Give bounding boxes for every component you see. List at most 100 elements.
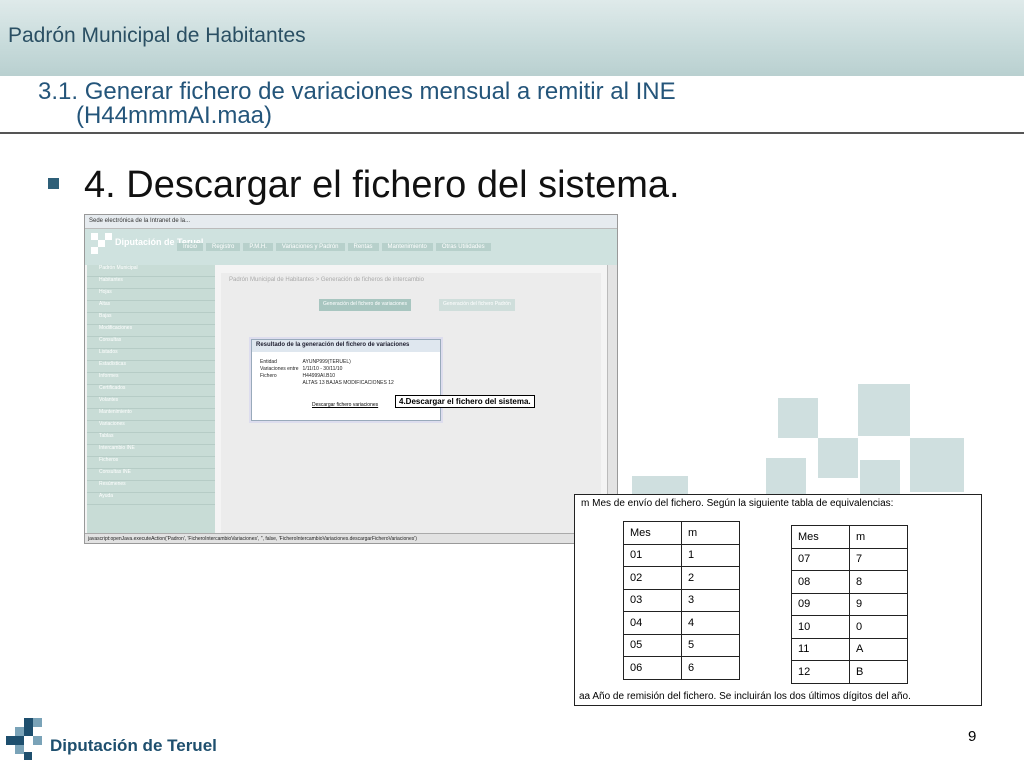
nav-item[interactable]: Mantenimiento <box>381 243 433 251</box>
mes-cell: 05 <box>623 633 682 657</box>
nav-item[interactable]: Otras Utilidades <box>435 243 491 251</box>
sidebar-item[interactable]: Hojas <box>87 289 215 301</box>
col-mes-header: Mes <box>623 521 682 545</box>
title-rule <box>0 132 1024 134</box>
logo-icon <box>91 233 112 254</box>
sidebar-item[interactable]: Consultas <box>87 337 215 349</box>
m-cell: 2 <box>681 566 740 590</box>
subtitle-line-2: (H44mmmAI.maa) <box>76 102 273 129</box>
dialog-row: Entidad AYUNP999(TERUEL) <box>260 358 398 365</box>
step-callout: 4.Descargar el fichero del sistema. <box>395 395 535 408</box>
sidebar-item[interactable]: Tablas <box>87 433 215 445</box>
table-row: 04 4 <box>623 611 740 635</box>
table-row: 12 B <box>791 660 908 684</box>
m-cell: 9 <box>849 592 908 616</box>
m-cell: 1 <box>681 543 740 567</box>
sidebar-item[interactable]: Ayuda <box>87 493 215 505</box>
m-cell: 7 <box>849 547 908 571</box>
table-row: 01 1 <box>623 543 740 567</box>
nav-item[interactable]: P.M.H. <box>243 243 273 251</box>
sidebar-item[interactable]: Estadísticas <box>87 361 215 373</box>
col-m-header: m <box>849 525 908 549</box>
breadcrumb: Padrón Municipal de Habitantes > Generac… <box>229 277 424 283</box>
deco-square <box>860 460 900 496</box>
dialog-value: H44999AI.B10 <box>302 373 336 379</box>
nav-item[interactable]: Variaciones y Padrón <box>275 243 345 251</box>
m-cell: B <box>849 660 908 684</box>
dialog-label: Variaciones entre <box>260 366 299 372</box>
nav-item[interactable]: Inicio <box>177 243 204 251</box>
deco-square <box>632 476 688 496</box>
subtitle-line-1: 3.1. Generar fichero de variaciones mens… <box>38 78 676 105</box>
mes-cell: 06 <box>623 656 682 680</box>
table-row: 03 3 <box>623 588 740 612</box>
browser-tab[interactable]: Sede electrónica de la Intranet de la... <box>89 218 190 224</box>
m-cell: 0 <box>849 615 908 639</box>
modificaciones-label: MODIFICACIONES <box>343 380 387 386</box>
sidebar-item[interactable]: Resúmenes <box>87 481 215 493</box>
dialog-label: Fichero <box>260 373 277 379</box>
dialog-row: Variaciones entre 1/11/10 - 30/11/10 <box>260 365 398 372</box>
altas-value: 13 <box>319 380 325 386</box>
mes-cell: 04 <box>623 611 682 635</box>
sidebar-item[interactable]: Intercambio INE <box>87 445 215 457</box>
mes-cell: 03 <box>623 588 682 612</box>
dialog-label: Entidad <box>260 359 277 365</box>
sidebar-item[interactable]: Certificados <box>87 385 215 397</box>
table-row: 10 0 <box>791 615 908 639</box>
sidebar-item[interactable]: Mantenimiento <box>87 409 215 421</box>
sidebar-item[interactable]: Ficheros <box>87 457 215 469</box>
equivalence-footer: aa Año de remisión del fichero. Se inclu… <box>579 691 911 702</box>
tab-variaciones[interactable]: Generación del fichero de variaciones <box>319 299 411 311</box>
sidebar-item[interactable]: Altas <box>87 301 215 313</box>
download-link[interactable]: Descargar fichero variaciones <box>312 402 378 408</box>
mes-cell: 01 <box>623 543 682 567</box>
sidebar-item[interactable]: Modificaciones <box>87 325 215 337</box>
mes-cell: 07 <box>791 547 850 571</box>
bullet-square-icon <box>48 178 59 189</box>
sidebar-item[interactable]: Volantes <box>87 397 215 409</box>
table-row: 05 5 <box>623 633 740 657</box>
app-screenshot: Sede electrónica de la Intranet de la...… <box>84 214 618 544</box>
equivalence-table-1: Mes m 01 1 02 2 03 3 04 4 05 5 06 6 <box>623 521 740 680</box>
table-row: 09 9 <box>791 592 908 616</box>
status-bar: javascript:openJava.executeAction('Padro… <box>85 533 617 543</box>
col-mes-header: Mes <box>791 525 850 549</box>
m-cell: 3 <box>681 588 740 612</box>
table-row: 06 6 <box>623 656 740 680</box>
sidebar-item[interactable]: Informes <box>87 373 215 385</box>
dialog-title: Resultado de la generación del fichero d… <box>252 340 440 352</box>
result-dialog: Resultado de la generación del fichero d… <box>251 339 441 421</box>
mes-cell: 02 <box>623 566 682 590</box>
sidebar-item[interactable]: Variaciones <box>87 421 215 433</box>
dialog-details: Entidad AYUNP999(TERUEL) Variaciones entr… <box>260 358 398 386</box>
sidebar-item[interactable]: Habitantes <box>87 277 215 289</box>
nav-item[interactable]: Rentas <box>347 243 379 251</box>
top-nav: Inicio Registro P.M.H. Variaciones y Padrón… <box>177 243 597 255</box>
dialog-value: AYUNP999(TERUEL) <box>302 359 351 365</box>
sidebar-item[interactable]: Padrón Municipal <box>87 265 215 277</box>
sidebar-item[interactable]: Listados <box>87 349 215 361</box>
nav-item[interactable]: Registro <box>206 243 241 251</box>
table-row: Mes m <box>623 521 740 545</box>
equivalence-header: m Mes de envío del fichero. Según la sig… <box>581 498 894 509</box>
sidebar-item[interactable]: Bajas <box>87 313 215 325</box>
mes-cell: 10 <box>791 615 850 639</box>
table-row: 11 A <box>791 637 908 661</box>
app-title: Padrón Municipal de Habitantes <box>8 24 306 47</box>
table-row: 07 7 <box>791 547 908 571</box>
bullet-text: 4. Descargar el fichero del sistema. <box>84 164 680 206</box>
mes-cell: 12 <box>791 660 850 684</box>
mes-cell: 08 <box>791 570 850 594</box>
m-cell: 4 <box>681 611 740 635</box>
col-m-header: m <box>681 521 740 545</box>
m-cell: 8 <box>849 570 908 594</box>
sidebar-item[interactable]: Consultas INE <box>87 469 215 481</box>
dialog-value: 1/11/10 - 30/11/10 <box>302 366 343 372</box>
sidebar: Padrón Municipal Habitantes Hojas Altas … <box>87 265 215 537</box>
deco-square <box>778 398 818 438</box>
slide-subtitle: 3.1. Generar fichero de variaciones mens… <box>38 80 676 128</box>
tab-padron[interactable]: Generación del fichero Padrón <box>439 299 515 311</box>
equivalence-table-2: Mes m 07 7 08 8 09 9 10 0 11 A 12 B <box>791 525 908 684</box>
m-cell: 6 <box>681 656 740 680</box>
